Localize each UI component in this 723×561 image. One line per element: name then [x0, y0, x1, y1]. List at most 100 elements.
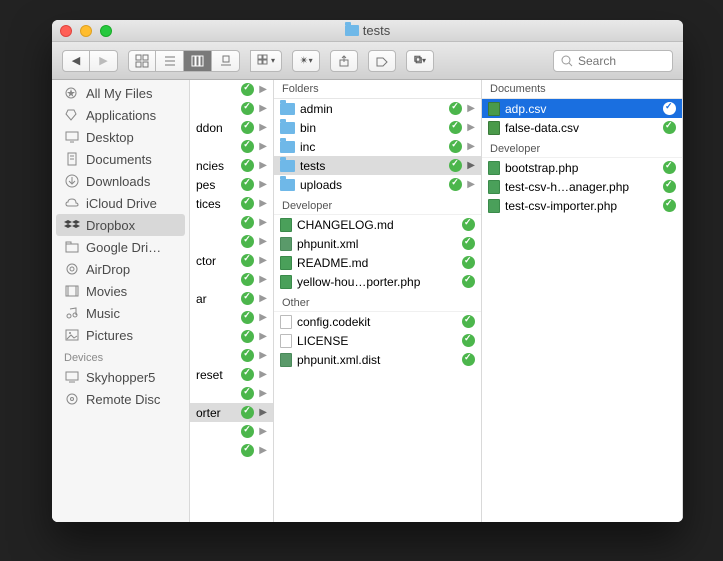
sidebar-item-dropbox[interactable]: Dropbox [56, 214, 185, 236]
zoom-icon[interactable] [100, 25, 112, 37]
list-item[interactable]: ▶ [190, 99, 273, 118]
list-item[interactable]: ▶ [190, 80, 273, 99]
list-item[interactable]: LICENSE [274, 331, 481, 350]
list-item[interactable]: ▶ [190, 422, 273, 441]
list-item[interactable]: ddon▶ [190, 118, 273, 137]
file-icon [280, 315, 292, 329]
list-item[interactable]: phpunit.xml.dist [274, 350, 481, 369]
list-item[interactable]: CHANGELOG.md [274, 215, 481, 234]
chevron-right-icon: ▶ [259, 369, 267, 380]
column-0[interactable]: ▶▶ddon▶▶ncies▶pes▶tices▶▶▶ctor▶▶ar▶▶▶▶re… [190, 80, 274, 522]
column-view-button[interactable] [184, 50, 212, 72]
list-item[interactable]: bootstrap.php [482, 158, 682, 177]
list-item[interactable]: false-data.csv [482, 118, 682, 137]
sync-icon [241, 425, 254, 438]
chevron-right-icon: ▶ [259, 160, 267, 171]
item-label: tices [196, 197, 236, 211]
view-buttons [128, 50, 240, 72]
list-item[interactable]: uploads▶ [274, 175, 481, 194]
tags-button[interactable] [368, 50, 396, 72]
chevron-right-icon: ▶ [259, 103, 267, 114]
list-item[interactable]: ▶ [190, 384, 273, 403]
sync-icon [663, 180, 676, 193]
arrange-button[interactable]: ▾ [250, 50, 282, 72]
back-button[interactable]: ◀ [62, 50, 90, 72]
list-item[interactable]: ▶ [190, 270, 273, 289]
sidebar-item-allmyfiles[interactable]: All My Files [52, 82, 189, 104]
action-button[interactable]: ✴ ▾ [292, 50, 320, 72]
list-item[interactable]: test-csv-importer.php [482, 196, 682, 215]
list-item[interactable]: test-csv-h…anager.php [482, 177, 682, 196]
chevron-right-icon: ▶ [259, 426, 267, 437]
sync-icon [462, 237, 475, 250]
sync-icon [462, 353, 475, 366]
sidebar-item-airdrop[interactable]: AirDrop [52, 258, 189, 280]
share-button[interactable] [330, 50, 358, 72]
file-icon [488, 161, 500, 175]
list-item[interactable]: ▶ [190, 308, 273, 327]
chevron-right-icon: ▶ [467, 179, 475, 190]
list-item[interactable]: ▶ [190, 327, 273, 346]
list-item[interactable]: config.codekit [274, 312, 481, 331]
sidebar-item-remotedisc[interactable]: Remote Disc [52, 388, 189, 410]
sync-icon [241, 83, 254, 96]
close-icon[interactable] [60, 25, 72, 37]
list-item[interactable]: yellow-hou…porter.php [274, 272, 481, 291]
item-label: ctor [196, 254, 236, 268]
list-item[interactable]: ncies▶ [190, 156, 273, 175]
list-item[interactable]: tices▶ [190, 194, 273, 213]
list-item[interactable]: ar▶ [190, 289, 273, 308]
list-item[interactable]: pes▶ [190, 175, 273, 194]
list-item[interactable]: phpunit.xml [274, 234, 481, 253]
list-item[interactable]: README.md [274, 253, 481, 272]
file-icon [280, 334, 292, 348]
search-input[interactable] [578, 54, 658, 68]
chevron-right-icon: ▶ [259, 84, 267, 95]
folder-icon [280, 179, 295, 191]
list-item[interactable]: adp.csv [482, 99, 682, 118]
list-item[interactable]: ▶ [190, 441, 273, 460]
titlebar[interactable]: tests [52, 20, 683, 42]
chevron-right-icon: ▶ [259, 407, 267, 418]
nav-buttons: ◀ ▶ [62, 50, 118, 72]
list-item[interactable]: ▶ [190, 346, 273, 365]
sync-icon [241, 311, 254, 324]
search-field[interactable] [553, 50, 673, 72]
sidebar-item-downloads[interactable]: Downloads [52, 170, 189, 192]
sync-icon [449, 121, 462, 134]
minimize-icon[interactable] [80, 25, 92, 37]
sync-icon [241, 368, 254, 381]
list-item[interactable]: admin▶ [274, 99, 481, 118]
sidebar-item-music[interactable]: Music [52, 302, 189, 324]
finder-window: tests ◀ ▶ ▾ ✴ ▾ ⧉ ▾ All My FilesApplicat… [52, 20, 683, 522]
list-item[interactable]: bin▶ [274, 118, 481, 137]
chevron-right-icon: ▶ [259, 312, 267, 323]
list-item[interactable]: ctor▶ [190, 251, 273, 270]
list-item[interactable]: tests▶ [274, 156, 481, 175]
dropbox-button[interactable]: ⧉ ▾ [406, 50, 434, 72]
list-item[interactable]: orter▶ [190, 403, 273, 422]
content: All My FilesApplicationsDesktopDocuments… [52, 80, 683, 522]
sidebar-item-googledri[interactable]: Google Dri… [52, 236, 189, 258]
sidebar-item-skyhopper5[interactable]: Skyhopper5 [52, 366, 189, 388]
folder-icon [280, 122, 295, 134]
sidebar-item-iclouddrive[interactable]: iCloud Drive [52, 192, 189, 214]
column-2[interactable]: Documentsadp.csvfalse-data.csvDeveloperb… [482, 80, 683, 522]
list-item[interactable]: inc▶ [274, 137, 481, 156]
column-1[interactable]: Foldersadmin▶bin▶inc▶tests▶uploads▶Devel… [274, 80, 482, 522]
list-item[interactable]: ▶ [190, 213, 273, 232]
sync-icon [241, 102, 254, 115]
forward-button[interactable]: ▶ [90, 50, 118, 72]
sidebar-item-documents[interactable]: Documents [52, 148, 189, 170]
list-view-button[interactable] [156, 50, 184, 72]
coverflow-view-button[interactable] [212, 50, 240, 72]
list-item[interactable]: reset▶ [190, 365, 273, 384]
list-item[interactable]: ▶ [190, 232, 273, 251]
sidebar-item-applications[interactable]: Applications [52, 104, 189, 126]
icon-view-button[interactable] [128, 50, 156, 72]
sidebar-item-pictures[interactable]: Pictures [52, 324, 189, 346]
movies-icon [64, 284, 80, 298]
sidebar-item-desktop[interactable]: Desktop [52, 126, 189, 148]
sidebar-item-movies[interactable]: Movies [52, 280, 189, 302]
list-item[interactable]: ▶ [190, 137, 273, 156]
